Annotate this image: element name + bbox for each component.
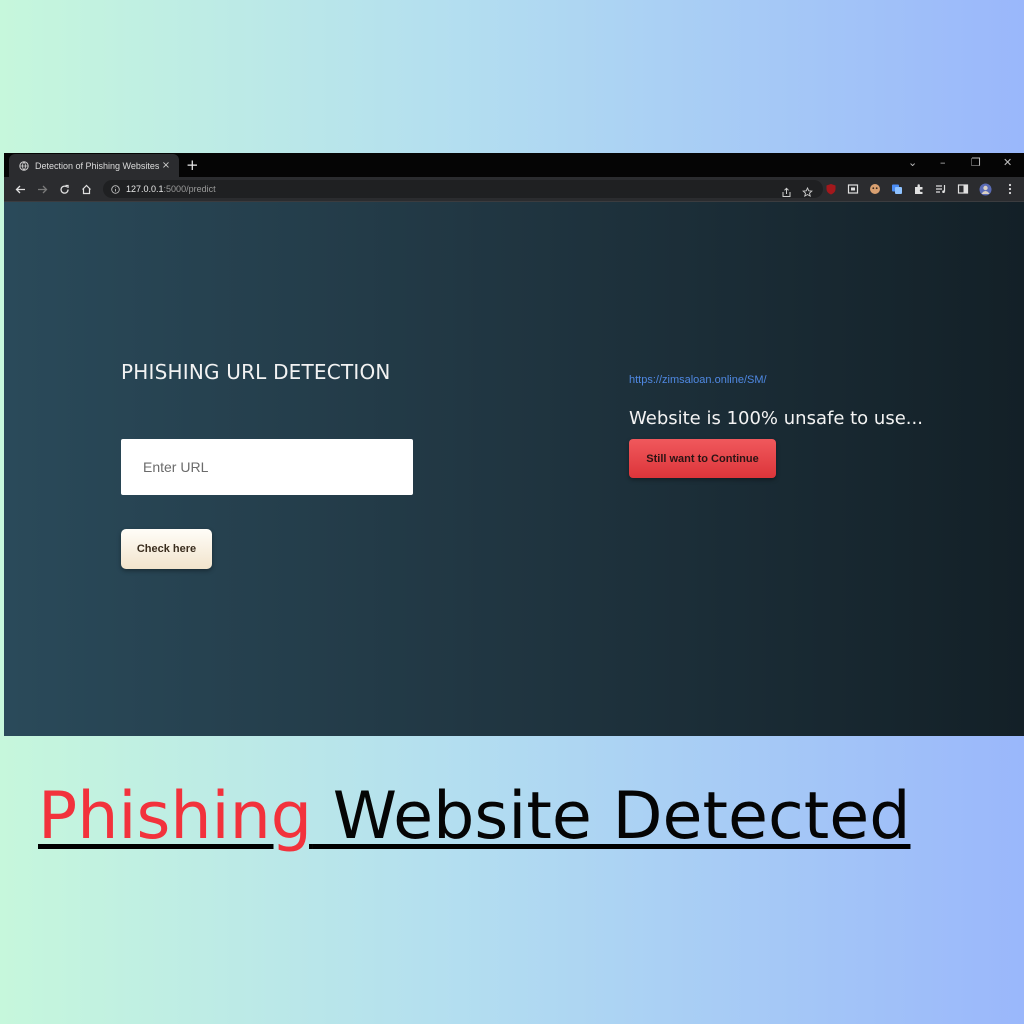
url-path: :5000/predict <box>163 184 216 194</box>
caption-highlight: Phishing <box>38 779 313 854</box>
info-icon[interactable] <box>111 184 120 194</box>
browser-toolbar: 127.0.0.1 :5000/predict <box>4 177 1024 202</box>
menu-icon[interactable] <box>1003 182 1017 196</box>
check-button[interactable]: Check here <box>121 529 212 569</box>
puzzle-icon[interactable] <box>912 182 926 196</box>
tab-search-icon[interactable]: ⌄ <box>908 156 917 169</box>
avatar-extension-icon[interactable] <box>868 182 882 196</box>
ublock-icon[interactable] <box>824 182 838 196</box>
minimize-button[interactable]: – <box>940 156 946 169</box>
home-icon[interactable] <box>78 181 94 197</box>
tab-title: Detection of Phishing Websites <box>35 160 159 171</box>
new-tab-button[interactable]: + <box>186 155 199 175</box>
restore-button[interactable]: ❐ <box>971 156 981 169</box>
browser-screenshot: Detection of Phishing Websites × + ⌄ – ❐… <box>4 153 1024 736</box>
back-icon[interactable] <box>12 181 28 197</box>
reload-icon[interactable] <box>56 181 72 197</box>
result-message: Website is 100% unsafe to use... <box>629 408 923 429</box>
forward-icon[interactable] <box>34 181 50 197</box>
tab-strip: Detection of Phishing Websites × + ⌄ – ❐… <box>4 153 1024 177</box>
share-icon[interactable] <box>781 183 792 202</box>
tab-close-icon[interactable]: × <box>159 160 173 171</box>
browser-tab[interactable]: Detection of Phishing Websites × <box>9 154 179 177</box>
translate-icon[interactable] <box>890 182 904 196</box>
page-content: PHISHING URL DETECTION Check here https:… <box>4 202 1024 736</box>
caption-rest: Website Detected <box>312 779 911 854</box>
url-host: 127.0.0.1 <box>126 184 164 194</box>
continue-button[interactable]: Still want to Continue <box>629 439 776 478</box>
sidepanel-icon[interactable] <box>956 182 970 196</box>
profile-avatar[interactable] <box>978 182 992 196</box>
address-bar[interactable]: 127.0.0.1 :5000/predict <box>103 180 823 198</box>
close-window-button[interactable]: ✕ <box>1003 156 1012 169</box>
page-heading: PHISHING URL DETECTION <box>121 360 391 384</box>
url-input[interactable] <box>121 439 413 495</box>
caption-title: Phishing Website Detected <box>38 772 910 862</box>
globe-icon <box>19 160 29 171</box>
media-icon[interactable] <box>934 182 948 196</box>
result-url-link[interactable]: https://zimsaloan.online/SM/ <box>629 374 767 386</box>
star-icon[interactable] <box>802 183 813 202</box>
screenshot-icon[interactable] <box>846 182 860 196</box>
